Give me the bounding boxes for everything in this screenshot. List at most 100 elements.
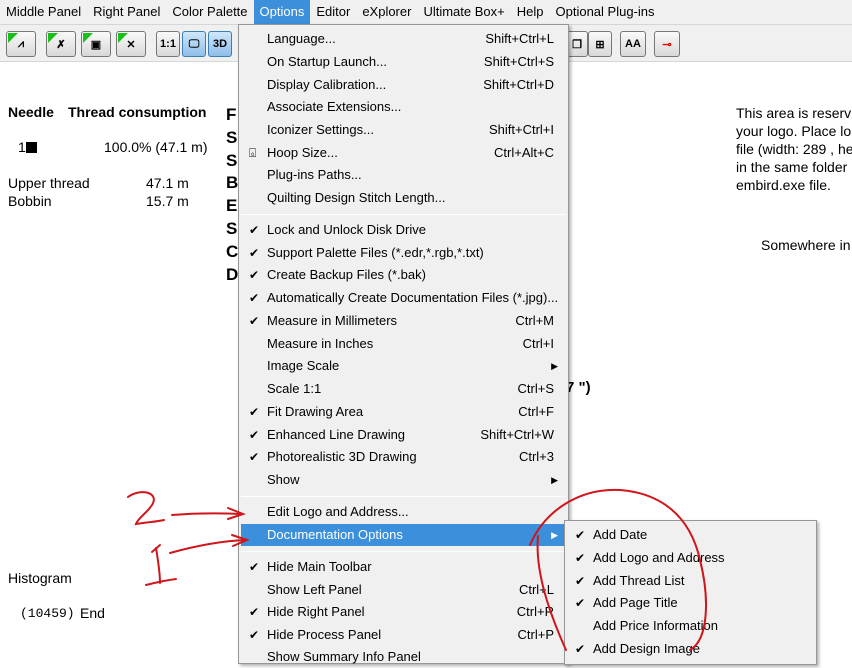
doc-option-item[interactable]: Add Price Information	[567, 615, 814, 637]
address-text: Somewhere in	[761, 237, 851, 253]
menu-options[interactable]: Options	[253, 0, 311, 24]
menu-explorer[interactable]: eXplorer	[356, 0, 417, 24]
checkmark-icon: ✔	[249, 223, 260, 237]
checkmark-icon: ✔	[249, 291, 260, 305]
menu-item-label: Scale 1:1	[267, 381, 322, 396]
logo-line: file (width: 289 , he	[736, 141, 852, 157]
3d-view-button[interactable]: 3D	[208, 31, 232, 57]
menu-item-label: Hide Main Toolbar	[267, 559, 372, 574]
options-menu-item[interactable]: Measure in Inches Ctrl+I	[241, 333, 566, 355]
info-letter: C	[226, 241, 239, 261]
doc-option-item[interactable]: ✔ Add Page Title	[567, 592, 814, 614]
checkmark-icon: ✔	[249, 314, 260, 328]
documents-icon-button[interactable]: ❐	[566, 31, 588, 57]
menu-item-label: Display Calibration...	[267, 77, 387, 92]
font-button[interactable]: AA	[620, 31, 646, 57]
bobbin-value: 15.7 m	[146, 193, 189, 209]
checkmark-icon: ✔	[575, 550, 586, 565]
checkmark-icon: ✔	[575, 528, 586, 542]
menu-item-label: Hide Right Panel	[267, 604, 365, 619]
options-menu-item[interactable]: ✔ Photorealistic 3D Drawing Ctrl+3	[241, 446, 566, 468]
upper-thread-value: 47.1 m	[146, 175, 189, 191]
menu-editor[interactable]: Editor	[310, 0, 356, 24]
options-menu-item[interactable]: ✔ Hide Right Panel Ctrl+R	[241, 601, 566, 623]
doc-option-item[interactable]: ✔ Add Design Image	[567, 638, 814, 660]
menu-item-label: Add Thread List	[593, 572, 685, 588]
stitch-icon-button[interactable]: ⩘	[6, 31, 36, 57]
options-menu-item[interactable]: ✔ Fit Drawing Area Ctrl+F	[241, 401, 566, 423]
info-letter: S	[226, 127, 238, 147]
menu-separator	[241, 496, 566, 497]
options-menu-item[interactable]: Language... Shift+Ctrl+L	[241, 28, 566, 50]
options-menu-item[interactable]: ✔ Hide Main Toolbar	[241, 556, 566, 578]
options-menu-item[interactable]: ✔ Lock and Unlock Disk Drive	[241, 219, 566, 241]
menu-right-panel[interactable]: Right Panel	[87, 0, 166, 24]
doc-option-item[interactable]: ✔ Add Thread List	[567, 570, 814, 592]
menu-item-shortcut: Ctrl+3	[518, 449, 554, 464]
doc-option-item[interactable]: ✔ Add Date	[567, 524, 814, 546]
options-menu-item[interactable]: Image Scale ▶	[241, 355, 566, 377]
menu-item-shortcut: Shift+Ctrl+I	[488, 122, 554, 137]
menu-color-palette[interactable]: Color Palette	[166, 0, 253, 24]
doc-option-item[interactable]: ✔ Add Logo and Address	[567, 547, 814, 569]
info-letter: F	[226, 105, 237, 124]
menu-item-label: Quilting Design Stitch Length...	[267, 190, 446, 205]
options-menu-item[interactable]: ✔ Create Backup Files (*.bak)	[241, 264, 566, 286]
menu-item-shortcut: Shift+Ctrl+W	[480, 427, 554, 442]
end-code: (10459)	[20, 606, 75, 621]
options-menu-item[interactable]: ✔ Support Palette Files (*.edr,*.rgb,*.tx…	[241, 242, 566, 264]
menu-item-label: Show	[267, 472, 300, 487]
needle-header: Needle	[8, 104, 54, 120]
menu-separator	[241, 214, 566, 215]
info-letter: B	[226, 173, 239, 193]
options-menu-item[interactable]: Show Left Panel Ctrl+L	[241, 579, 566, 601]
options-menu-item[interactable]: Iconizer Settings... Shift+Ctrl+I	[241, 119, 566, 141]
key-icon-button[interactable]: ⊸	[654, 31, 680, 57]
options-menu-item[interactable]: Quilting Design Stitch Length...	[241, 187, 566, 209]
design-size-fragment: 7 ")	[566, 379, 591, 396]
options-menu-item[interactable]: Display Calibration... Shift+Ctrl+D	[241, 74, 566, 96]
options-menu: Language... Shift+Ctrl+L On Startup Launch…	[238, 24, 569, 664]
options-menu-item[interactable]: Show Summary Info Panel	[241, 646, 566, 668]
menu-help[interactable]: Help	[511, 0, 550, 24]
checkmark-icon: ✔	[249, 246, 260, 260]
upper-thread-label: Upper thread	[8, 175, 90, 191]
options-menu-item[interactable]: Plug-ins Paths...	[241, 164, 566, 186]
tree-icon-button[interactable]: ⊞	[588, 31, 612, 57]
options-menu-item[interactable]: ✔ Hide Process Panel Ctrl+P	[241, 624, 566, 646]
options-menu-item[interactable]: Documentation Options ▶	[241, 524, 566, 546]
menu-item-label: Measure in Millimeters	[267, 313, 398, 328]
logo-line: This area is reserv	[736, 105, 852, 121]
options-menu-item[interactable]: ✔ Automatically Create Documentation File…	[241, 287, 566, 309]
menu-item-shortcut: Ctrl+R	[516, 604, 554, 619]
menu-item-label: Associate Extensions...	[267, 99, 402, 114]
menu-ultimate-box[interactable]: Ultimate Box+	[417, 0, 510, 24]
menu-item-label: Enhanced Line Drawing	[267, 427, 406, 442]
options-menu-item[interactable]: On Startup Launch... Shift+Ctrl+S	[241, 51, 566, 73]
options-menu-item[interactable]: Edit Logo and Address...	[241, 501, 566, 523]
options-menu-item[interactable]: Associate Extensions...	[241, 96, 566, 118]
menu-optional-plugins[interactable]: Optional Plug-ins	[550, 0, 661, 24]
checkmark-icon: ✔	[249, 428, 260, 442]
menu-bar: Middle Panel Right Panel Color Palette O…	[0, 0, 852, 24]
menu-middle-panel[interactable]: Middle Panel	[0, 0, 87, 24]
scale-1-1-button[interactable]: 1:1	[156, 31, 180, 57]
menu-item-label: Hide Process Panel	[267, 627, 382, 642]
menu-item-label: Add Design Image	[593, 641, 700, 656]
monitor-icon-button[interactable]: 🖵	[182, 31, 206, 57]
camera-icon-button[interactable]: ▣	[81, 31, 111, 57]
options-menu-item[interactable]: ✔ Measure in Millimeters Ctrl+M	[241, 310, 566, 332]
checkmark-icon: ✔	[249, 405, 260, 419]
cross-stitch-icon-button[interactable]: ✕	[116, 31, 146, 57]
menu-item-shortcut: Ctrl+L	[518, 582, 554, 597]
menu-item-label: Fit Drawing Area	[267, 404, 364, 419]
logo-placeholder-text: This area is reserv your logo. Place lo …	[736, 104, 852, 194]
options-menu-item[interactable]: ✔ Enhanced Line Drawing Shift+Ctrl+W	[241, 424, 566, 446]
menu-item-label: Edit Logo and Address...	[267, 504, 409, 519]
options-menu-item[interactable]: Scale 1:1 Ctrl+S	[241, 378, 566, 400]
options-menu-item[interactable]: Show ▶	[241, 469, 566, 491]
menu-item-label: Create Backup Files (*.bak)	[267, 267, 426, 282]
options-menu-item[interactable]: ⌻ Hoop Size... Ctrl+Alt+C	[241, 142, 566, 164]
needle-icon-button[interactable]: ✗	[46, 31, 76, 57]
thread-color-swatch	[25, 142, 37, 153]
